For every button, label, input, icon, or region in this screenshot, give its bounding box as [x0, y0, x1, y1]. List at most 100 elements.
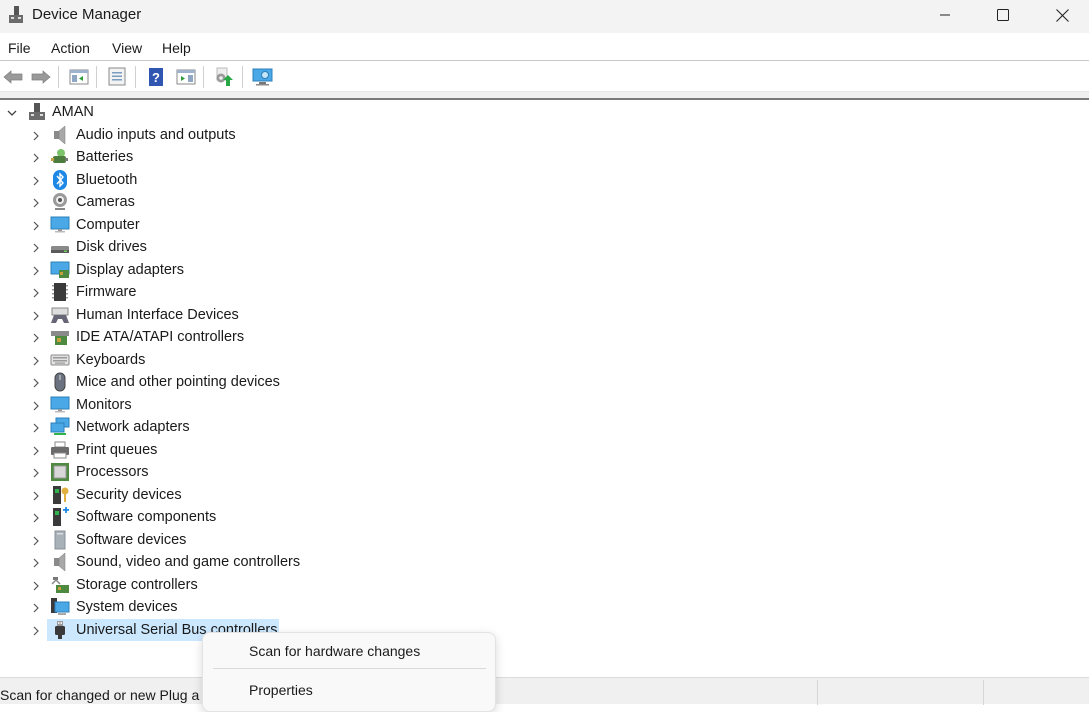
update-driver-button[interactable] [213, 66, 235, 88]
tree-category-item[interactable]: IDE ATA/ATAPI controllers [0, 326, 400, 348]
category-icon [50, 552, 70, 572]
tree-category-item[interactable]: Batteries [0, 146, 400, 168]
monitor-icon [50, 396, 70, 412]
status-bar: Scan for changed or new Plug a [0, 677, 1089, 705]
tree-category-item[interactable]: Monitors [0, 394, 400, 416]
update-driver-icon [216, 67, 233, 86]
tree-category-label: Disk drives [76, 239, 147, 255]
tree-category-label: Batteries [76, 149, 134, 165]
tree-root-label: AMAN [52, 104, 94, 120]
chevron-right-icon[interactable] [30, 534, 42, 546]
chevron-right-icon[interactable] [30, 511, 42, 523]
maximize-button[interactable] [974, 0, 1032, 30]
software-component-icon [53, 507, 69, 526]
tree-category-item[interactable]: Storage controllers [0, 574, 400, 596]
chevron-right-icon[interactable] [30, 556, 42, 568]
tree-category-item[interactable]: Display adapters [0, 259, 400, 281]
chevron-right-icon[interactable] [30, 174, 42, 186]
chevron-right-icon[interactable] [30, 399, 42, 411]
help-icon: ? [149, 68, 163, 86]
category-icon [50, 372, 70, 392]
tree-category-item[interactable]: Keyboards [0, 349, 400, 371]
tree-category-label: System devices [76, 599, 178, 615]
chevron-right-icon[interactable] [30, 286, 42, 298]
tree-category-item[interactable]: System devices [0, 596, 400, 618]
chevron-right-icon[interactable] [30, 421, 42, 433]
menu-help[interactable]: Help [162, 40, 191, 56]
category-icon [50, 305, 70, 325]
scan-hardware-button[interactable] [252, 66, 274, 88]
category-icon [50, 417, 70, 437]
chevron-right-icon[interactable] [30, 241, 42, 253]
category-icon [50, 350, 70, 370]
forward-button[interactable] [30, 66, 52, 88]
chevron-right-icon[interactable] [30, 219, 42, 231]
tree-category-item[interactable]: Print queues [0, 439, 400, 461]
chevron-right-icon[interactable] [30, 331, 42, 343]
chevron-right-icon[interactable] [30, 354, 42, 366]
tree-category-item[interactable]: Sound, video and game controllers [0, 551, 400, 573]
chevron-right-icon[interactable] [30, 601, 42, 613]
tree-category-item[interactable]: Firmware [0, 281, 400, 303]
tree-category-item[interactable]: Bluetooth [0, 169, 400, 191]
chevron-right-icon[interactable] [30, 309, 42, 321]
tree-category-label: Mice and other pointing devices [76, 374, 280, 390]
monitor-icon [50, 216, 70, 232]
tree-category-item[interactable]: Software devices [0, 529, 400, 551]
menu-item-properties[interactable]: Properties [249, 682, 313, 698]
tree-category-label: Storage controllers [76, 576, 198, 593]
tree-category-item[interactable]: Software components [0, 506, 400, 528]
properties-button[interactable] [106, 66, 128, 88]
chevron-right-icon[interactable] [30, 579, 42, 591]
tree-category-label: Print queues [76, 441, 158, 458]
tree-category-item[interactable]: Disk drives [0, 236, 400, 258]
tree-category-label: Software components [76, 509, 217, 525]
tree-category-label: Network adapters [76, 419, 190, 435]
tree-category-item[interactable]: Cameras [0, 191, 400, 213]
chevron-right-icon[interactable] [30, 129, 42, 141]
category-icon [50, 597, 70, 617]
tree-root-node[interactable]: AMAN [0, 101, 300, 123]
speaker-icon [54, 124, 66, 145]
tree-category-item[interactable]: Network adapters [0, 416, 400, 438]
tree-category-label: Audio inputs and outputs [76, 126, 236, 143]
chevron-right-icon[interactable] [30, 264, 42, 276]
tree-category-item[interactable]: Mice and other pointing devices [0, 371, 400, 393]
menu-file[interactable]: File [8, 40, 31, 56]
chevron-right-icon[interactable] [30, 489, 42, 501]
help-button[interactable]: ? [145, 66, 167, 88]
chevron-right-icon[interactable] [30, 624, 42, 636]
device-manager-icon [9, 6, 23, 23]
minimize-button[interactable] [916, 0, 974, 30]
chevron-right-icon[interactable] [30, 196, 42, 208]
action-pane-button[interactable] [175, 66, 197, 88]
menu-view[interactable]: View [112, 40, 142, 56]
tree-category-item[interactable]: Computer [0, 214, 400, 236]
tree-category-item[interactable]: Audio inputs and outputs [0, 124, 400, 146]
category-icon [50, 485, 70, 505]
system-devices-icon [51, 598, 70, 615]
status-divider [983, 680, 984, 705]
chevron-right-icon[interactable] [30, 444, 42, 456]
tree-category-item[interactable]: Human Interface Devices [0, 304, 400, 326]
tree-category-item[interactable]: Security devices [0, 484, 400, 506]
menu-action[interactable]: Action [51, 40, 90, 56]
chevron-down-icon[interactable] [6, 106, 18, 118]
storage-controller-icon [51, 576, 69, 593]
close-button[interactable] [1033, 0, 1089, 30]
toolbar-separator [58, 66, 59, 88]
back-button[interactable] [2, 66, 24, 88]
chevron-right-icon[interactable] [30, 466, 42, 478]
hid-icon [51, 307, 69, 323]
tree-category-label: Security devices [76, 486, 182, 503]
mouse-icon [54, 372, 66, 392]
menu-item-scan-hardware-changes[interactable]: Scan for hardware changes [249, 643, 420, 659]
tree-category-label: Monitors [76, 396, 132, 413]
tree-category-item[interactable]: Processors [0, 461, 400, 483]
bluetooth-icon [53, 169, 67, 190]
action-pane-icon [176, 69, 196, 85]
chevron-right-icon[interactable] [30, 376, 42, 388]
chevron-right-icon[interactable] [30, 151, 42, 163]
display-adapter-icon [50, 261, 70, 278]
console-tree-button[interactable] [68, 66, 90, 88]
